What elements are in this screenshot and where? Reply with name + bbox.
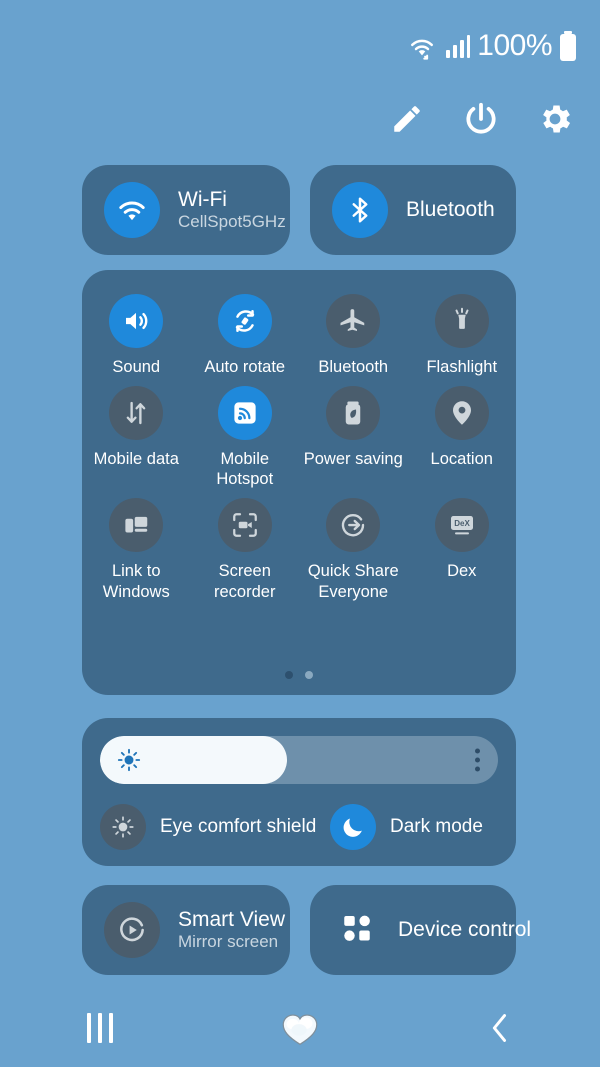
- qs-label: Sound: [112, 358, 161, 376]
- dark-mode-label: Dark mode: [390, 816, 483, 837]
- header-actions: [384, 96, 578, 142]
- power-icon[interactable]: [458, 96, 504, 142]
- bluetooth-tile-title: Bluetooth: [406, 197, 495, 221]
- qs-tile-quick-share[interactable]: Quick Share Everyone: [299, 497, 408, 602]
- dex-icon: DeX: [434, 497, 489, 552]
- bluetooth-tile[interactable]: Bluetooth: [310, 165, 516, 255]
- screen-recorder-icon: [217, 497, 272, 552]
- eye-comfort-shield-label: Eye comfort shield: [160, 816, 317, 837]
- dark-mode-toggle[interactable]: Dark mode: [330, 804, 483, 850]
- status-bar: 100%: [0, 0, 600, 92]
- wifi-data-icon: [405, 31, 439, 61]
- airplane-icon: [326, 294, 381, 348]
- eye-comfort-shield-toggle[interactable]: Eye comfort shield: [100, 804, 330, 850]
- qs-tile-link-to-windows[interactable]: Link to Windows: [82, 497, 191, 602]
- qs-tile-bluetooth[interactable]: Bluetooth: [299, 294, 408, 378]
- qs-label: Dex: [447, 561, 477, 580]
- edit-pencil-icon[interactable]: [384, 96, 430, 142]
- qs-tile-location[interactable]: Location: [408, 385, 517, 490]
- qs-tile-screen-recorder[interactable]: Screen recorder: [191, 497, 300, 602]
- brightness-sun-icon: [117, 748, 141, 772]
- qs-label: Flashlight: [426, 358, 498, 376]
- page-indicator: [82, 671, 516, 679]
- display-modes-row: Eye comfort shield Dark mode: [100, 798, 516, 856]
- qs-tile-sound[interactable]: Sound: [82, 294, 191, 378]
- power-saving-icon: [326, 385, 381, 440]
- location-pin-icon: [434, 385, 489, 440]
- qs-label: Power saving: [303, 449, 403, 468]
- quick-settings-panel: Sound Auto rotate Bluetooth Flashlight M…: [82, 270, 516, 695]
- battery-icon: [558, 30, 578, 62]
- qs-tile-auto-rotate[interactable]: Auto rotate: [191, 294, 300, 378]
- flashlight-icon: [434, 294, 489, 348]
- wifi-tile-subtitle: CellSpot5GHz: [178, 211, 286, 231]
- smart-view-tile-text: Smart View Mirror screen: [178, 908, 285, 953]
- qs-label: Link to Windows: [102, 561, 170, 601]
- page-dot-1[interactable]: [285, 671, 293, 679]
- smart-view-title: Smart View: [178, 907, 285, 931]
- wifi-icon: [104, 182, 160, 238]
- quick-share-icon: [326, 497, 381, 552]
- quick-settings-grid: Sound Auto rotate Bluetooth Flashlight M…: [82, 294, 516, 602]
- link-to-windows-icon: [109, 497, 164, 552]
- smart-view-tile[interactable]: Smart View Mirror screen: [82, 885, 290, 975]
- qs-label: Mobile data: [93, 449, 179, 468]
- dex-glyph-text: DeX: [454, 519, 470, 528]
- qs-label: Bluetooth: [318, 358, 389, 376]
- home-cloud-heart-icon[interactable]: [265, 998, 335, 1058]
- wifi-tile-title: Wi-Fi: [178, 187, 227, 211]
- recents-icon[interactable]: [65, 998, 135, 1058]
- qs-tile-flashlight[interactable]: Flashlight: [408, 294, 517, 378]
- bluetooth-icon: [332, 182, 388, 238]
- battery-percent-label: 100%: [477, 29, 552, 62]
- auto-rotate-icon: [217, 294, 272, 348]
- device-control-icon: [340, 911, 374, 950]
- smart-view-icon: [104, 902, 160, 958]
- wifi-tile-text: Wi-Fi CellSpot5GHz: [178, 188, 286, 233]
- smart-view-subtitle: Mirror screen: [178, 931, 279, 951]
- signal-bars-icon: [445, 32, 471, 60]
- brightness-panel: Eye comfort shield Dark mode: [82, 718, 516, 866]
- qs-label: Mobile Hotspot: [216, 449, 274, 489]
- sound-icon: [109, 294, 164, 348]
- qs-tile-power-saving[interactable]: Power saving: [299, 385, 408, 490]
- settings-gear-icon[interactable]: [532, 96, 578, 142]
- moon-icon: [330, 804, 376, 850]
- qs-tile-dex[interactable]: DeX Dex: [408, 497, 517, 602]
- page-dot-2[interactable]: [305, 671, 313, 679]
- qs-label: Location: [430, 449, 493, 468]
- qs-label: Screen recorder: [214, 561, 276, 601]
- bluetooth-tile-text: Bluetooth: [406, 198, 495, 222]
- navigation-bar: [0, 989, 600, 1067]
- qs-label: Quick Share Everyone: [307, 561, 399, 601]
- hotspot-icon: [217, 385, 272, 440]
- more-options-icon[interactable]: [475, 748, 480, 772]
- device-control-tile[interactable]: Device control: [310, 885, 532, 975]
- qs-label: Auto rotate: [204, 358, 286, 376]
- device-control-title: Device control: [398, 917, 532, 941]
- mobile-data-icon: [109, 385, 164, 440]
- device-control-tile-text: Device control: [398, 917, 532, 942]
- back-icon[interactable]: [465, 998, 535, 1058]
- eye-comfort-icon: [100, 804, 146, 850]
- brightness-slider[interactable]: [100, 736, 498, 784]
- qs-tile-mobile-hotspot[interactable]: Mobile Hotspot: [191, 385, 300, 490]
- brightness-slider-fill: [100, 736, 288, 784]
- qs-tile-mobile-data[interactable]: Mobile data: [82, 385, 191, 490]
- wifi-tile[interactable]: Wi-Fi CellSpot5GHz: [82, 165, 290, 255]
